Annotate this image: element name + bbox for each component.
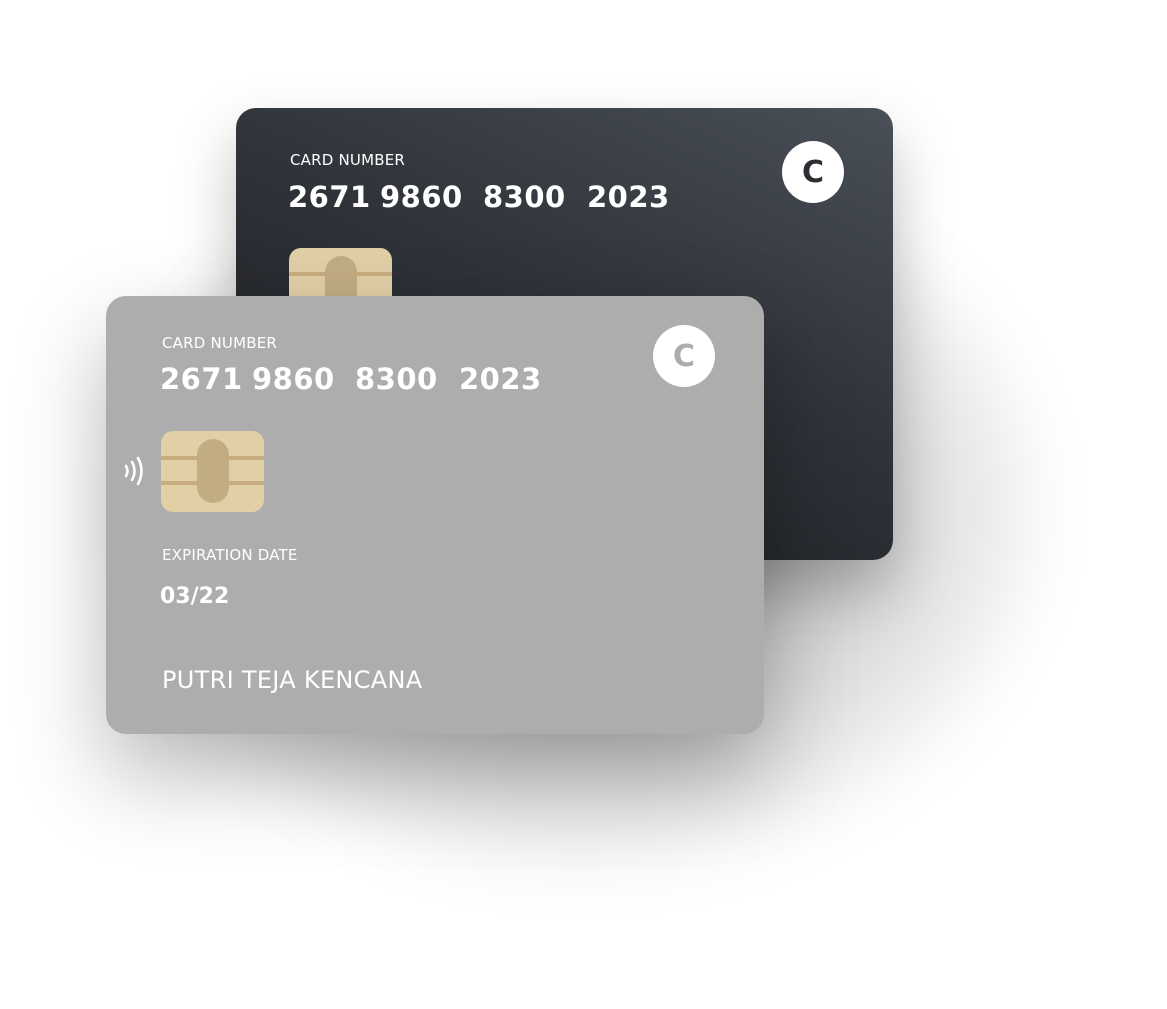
back-card-number: 2671 9860 8300 2023 [288,180,677,214]
back-card-number-label: CARD NUMBER [290,151,406,169]
front-card-number-group-3: 8300 [355,362,438,396]
back-card-number-group-3: 8300 [483,180,566,214]
back-card-logo-icon: C [782,141,844,203]
chip-pad [197,439,229,503]
expiration-value: 03/22 [160,584,230,609]
front-card-chip-icon [161,431,264,512]
back-card-number-group-4: 2023 [587,180,670,214]
card-stack-stage: CARD NUMBER 2671 9860 8300 2023 C CARD N… [0,0,1167,1009]
front-card-logo-icon: C [653,325,715,387]
back-card-number-group-1: 2671 [288,180,371,214]
front-card[interactable]: CARD NUMBER 2671 9860 8300 2023 C EXPIRA… [106,296,764,734]
back-card-number-group-2: 9860 [380,180,463,214]
front-card-number-group-4: 2023 [459,362,542,396]
front-card-number: 2671 9860 8300 2023 [160,362,549,396]
expiration-label: EXPIRATION DATE [162,546,298,564]
front-card-number-group-2: 9860 [252,362,335,396]
contactless-icon [124,456,143,486]
card-holder-name: PUTRI TEJA KENCANA [162,666,423,694]
front-card-number-label: CARD NUMBER [162,334,278,352]
front-card-number-group-1: 2671 [160,362,243,396]
